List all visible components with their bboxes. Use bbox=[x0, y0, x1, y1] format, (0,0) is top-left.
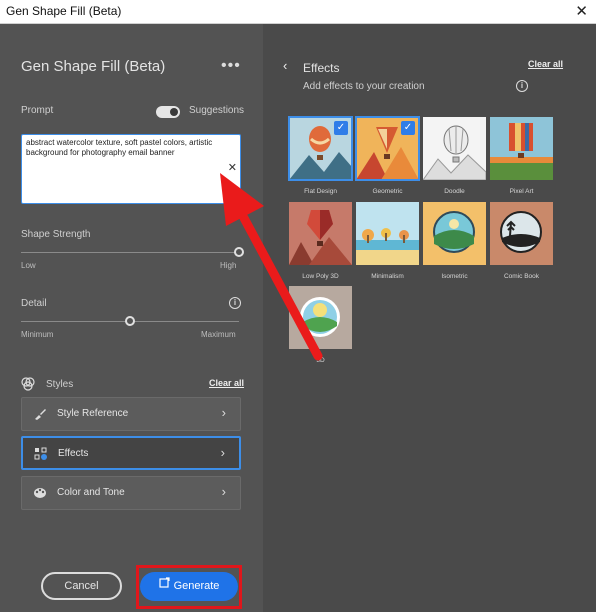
selected-check-icon: ✓ bbox=[334, 121, 348, 135]
shape-strength-max-label: High bbox=[220, 261, 237, 270]
brush-icon bbox=[33, 407, 47, 421]
palette-icon bbox=[33, 486, 47, 500]
detail-label: Detail bbox=[21, 298, 47, 309]
effect-tile-pixel-art[interactable] bbox=[490, 117, 553, 180]
effect-tile-geometric[interactable]: ✓ bbox=[355, 116, 420, 181]
isometric-thumbnail bbox=[423, 202, 486, 265]
3d-thumbnail bbox=[289, 286, 352, 349]
effect-tile-comic-book[interactable] bbox=[490, 202, 553, 265]
low-poly-3d-thumbnail bbox=[289, 202, 352, 265]
detail-thumb[interactable] bbox=[125, 316, 135, 326]
chevron-right-icon: › bbox=[221, 484, 226, 499]
effect-tile-3d[interactable] bbox=[289, 286, 352, 349]
row-color-and-tone[interactable]: Color and Tone › bbox=[21, 476, 241, 510]
effect-caption: Isometric bbox=[441, 273, 468, 280]
effect-tile-isometric[interactable] bbox=[423, 202, 486, 265]
generate-label: Generate bbox=[173, 580, 220, 592]
effect-caption: 3D bbox=[316, 357, 325, 364]
shape-strength-min-label: Low bbox=[21, 261, 36, 270]
detail-min-label: Minimum bbox=[21, 330, 54, 339]
effect-tile-minimalism[interactable] bbox=[356, 202, 419, 265]
chevron-right-icon: › bbox=[221, 405, 226, 420]
panel-title: Gen Shape Fill (Beta) bbox=[21, 58, 166, 75]
minimalism-thumbnail bbox=[356, 202, 419, 265]
effect-caption: Low Poly 3D bbox=[302, 273, 339, 280]
doodle-thumbnail bbox=[423, 117, 486, 180]
row-style-reference[interactable]: Style Reference › bbox=[21, 397, 241, 431]
suggestions-toggle[interactable] bbox=[156, 106, 180, 118]
effects-clear-all[interactable]: Clear all bbox=[528, 59, 563, 69]
close-icon[interactable]: ✕ bbox=[575, 2, 588, 20]
effect-tile-doodle[interactable] bbox=[423, 117, 486, 180]
more-options-icon[interactable]: ••• bbox=[221, 57, 241, 75]
info-icon[interactable]: i bbox=[229, 297, 241, 309]
cancel-button[interactable]: Cancel bbox=[41, 572, 122, 600]
window-title: Gen Shape Fill (Beta) bbox=[6, 4, 122, 18]
styles-icon bbox=[21, 377, 35, 391]
effect-caption: Pixel Art bbox=[509, 188, 534, 195]
row-effects[interactable]: Effects › bbox=[21, 436, 241, 470]
detail-max-label: Maximum bbox=[201, 330, 236, 339]
comic-book-thumbnail bbox=[490, 202, 553, 265]
selected-check-icon: ✓ bbox=[401, 121, 415, 135]
effects-info-icon[interactable]: i bbox=[516, 80, 528, 92]
effect-tile-low-poly-3d[interactable] bbox=[289, 202, 352, 265]
effect-caption: Comic Book bbox=[503, 273, 540, 280]
styles-label: Styles bbox=[46, 379, 74, 390]
effect-caption: Minimalism bbox=[371, 273, 404, 280]
generate-button[interactable]: Generate bbox=[140, 572, 238, 601]
row-label: Effects bbox=[58, 448, 89, 459]
shape-strength-label: Shape Strength bbox=[21, 229, 91, 240]
chevron-right-icon: › bbox=[220, 445, 225, 460]
suggestions-label: Suggestions bbox=[189, 105, 245, 116]
row-label: Color and Tone bbox=[57, 487, 125, 498]
effect-caption: Doodle bbox=[444, 188, 465, 195]
prompt-text: abstract watercolor texture, soft pastel… bbox=[26, 138, 213, 157]
prompt-input[interactable]: abstract watercolor texture, soft pastel… bbox=[21, 134, 241, 204]
effect-caption: Geometric bbox=[372, 188, 403, 195]
row-label: Style Reference bbox=[57, 408, 129, 419]
pixel-art-thumbnail bbox=[490, 117, 553, 180]
clear-prompt-icon[interactable]: ✕ bbox=[228, 163, 237, 174]
back-chevron-icon[interactable]: ‹ bbox=[283, 58, 287, 73]
effects-title: Effects bbox=[303, 61, 340, 75]
effect-caption: Flat Design bbox=[304, 188, 337, 195]
effects-icon bbox=[34, 447, 48, 461]
shape-strength-thumb[interactable] bbox=[234, 247, 244, 257]
effects-subtitle: Add effects to your creation bbox=[303, 81, 425, 92]
generate-icon bbox=[158, 571, 170, 600]
prompt-label: Prompt bbox=[21, 105, 54, 116]
styles-clear-all[interactable]: Clear all bbox=[209, 378, 244, 388]
window-titlebar: Gen Shape Fill (Beta) ✕ bbox=[0, 0, 596, 24]
shape-strength-track[interactable] bbox=[21, 252, 239, 253]
effect-tile-flat-design[interactable]: ✓ bbox=[288, 116, 353, 181]
